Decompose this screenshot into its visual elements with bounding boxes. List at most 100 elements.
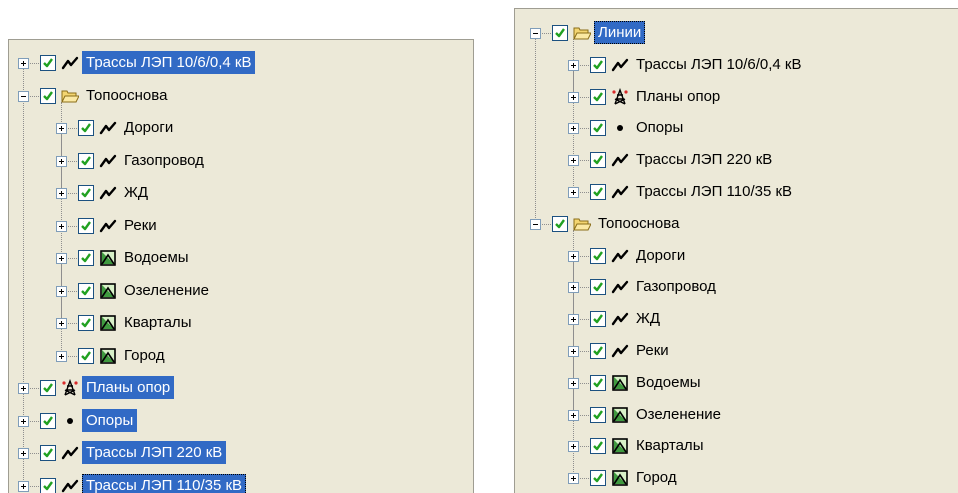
layer-visibility-checkbox[interactable] bbox=[40, 380, 56, 396]
expand-icon[interactable] bbox=[568, 187, 579, 198]
layer-visibility-checkbox[interactable] bbox=[78, 250, 94, 266]
expand-icon[interactable] bbox=[568, 473, 579, 485]
tree-row[interactable]: Опоры bbox=[515, 111, 958, 145]
layer-name-label[interactable]: Опоры bbox=[82, 408, 138, 432]
layer-name-label[interactable]: Трассы ЛЭП 10/6/0,4 кВ bbox=[632, 53, 805, 76]
tree-row[interactable]: Трассы ЛЭП 110/35 кВ bbox=[515, 175, 958, 209]
layer-visibility-checkbox[interactable] bbox=[590, 120, 606, 137]
layer-visibility-checkbox[interactable] bbox=[78, 120, 94, 136]
layer-visibility-checkbox[interactable] bbox=[590, 279, 606, 296]
layer-name-label[interactable]: Топооснова bbox=[82, 84, 171, 107]
layer-name-label[interactable]: Город bbox=[632, 466, 681, 489]
layer-name-label[interactable]: Водоемы bbox=[120, 246, 193, 269]
layer-name-label[interactable]: Дороги bbox=[632, 244, 689, 267]
layer-name-label[interactable]: Топооснова bbox=[594, 212, 683, 235]
layer-name-label[interactable]: Трассы ЛЭП 220 кВ bbox=[632, 148, 776, 171]
tree-row[interactable]: Трассы ЛЭП 10/6/0,4 кВ bbox=[9, 46, 473, 80]
expand-icon[interactable] bbox=[56, 123, 67, 134]
layer-visibility-checkbox[interactable] bbox=[590, 152, 606, 169]
expand-icon[interactable] bbox=[568, 91, 579, 103]
expand-icon[interactable] bbox=[18, 58, 29, 69]
tree-row[interactable]: Трассы ЛЭП 110/35 кВ bbox=[9, 469, 473, 493]
tree-row[interactable]: Дороги bbox=[515, 239, 958, 273]
tree-row[interactable]: Озеленение bbox=[9, 274, 473, 308]
expand-icon[interactable] bbox=[568, 409, 579, 421]
layer-visibility-checkbox[interactable] bbox=[590, 374, 606, 391]
layer-visibility-checkbox[interactable] bbox=[40, 477, 56, 493]
expand-icon[interactable] bbox=[56, 155, 67, 167]
collapse-icon[interactable] bbox=[18, 90, 29, 102]
tree-row[interactable]: Город bbox=[515, 461, 958, 493]
layer-name-label[interactable]: Трассы ЛЭП 10/6/0,4 кВ bbox=[82, 51, 256, 74]
layer-visibility-checkbox[interactable] bbox=[78, 315, 94, 331]
layer-name-label[interactable]: Планы опор bbox=[632, 85, 724, 108]
tree-row[interactable]: Топооснова bbox=[515, 207, 958, 241]
layer-name-label[interactable]: ЖД bbox=[632, 307, 664, 330]
tree-row[interactable]: ЖД bbox=[515, 302, 958, 336]
expand-icon[interactable] bbox=[56, 285, 67, 297]
right-layer-tree[interactable]: Линии Трассы ЛЭП 10/6/0,4 кВ Планы опор Опо… bbox=[515, 9, 958, 493]
tree-row[interactable]: Трассы ЛЭП 220 кВ bbox=[515, 143, 958, 177]
tree-row[interactable]: Реки bbox=[9, 209, 473, 243]
layer-visibility-checkbox[interactable] bbox=[78, 152, 94, 169]
tree-row[interactable]: Кварталы bbox=[515, 429, 958, 463]
layer-visibility-checkbox[interactable] bbox=[590, 311, 606, 328]
expand-icon[interactable] bbox=[18, 480, 29, 492]
layer-visibility-checkbox[interactable] bbox=[590, 184, 606, 200]
layer-visibility-checkbox[interactable] bbox=[590, 88, 606, 105]
expand-icon[interactable] bbox=[568, 346, 579, 357]
tree-row[interactable]: Трассы ЛЭП 220 кВ bbox=[9, 436, 473, 470]
layer-visibility-checkbox[interactable] bbox=[590, 438, 606, 455]
layer-name-label[interactable]: Город bbox=[120, 344, 169, 367]
layer-visibility-checkbox[interactable] bbox=[78, 217, 94, 234]
tree-row[interactable]: Кварталы bbox=[9, 306, 473, 340]
expand-icon[interactable] bbox=[568, 377, 579, 389]
expand-icon[interactable] bbox=[18, 448, 29, 459]
expand-icon[interactable] bbox=[56, 188, 67, 199]
tree-row[interactable]: Планы опор bbox=[515, 80, 958, 114]
layer-name-label[interactable]: Трассы ЛЭП 110/35 кВ bbox=[82, 473, 247, 493]
collapse-icon[interactable] bbox=[530, 28, 541, 39]
layer-visibility-checkbox[interactable] bbox=[590, 343, 606, 359]
layer-visibility-checkbox[interactable] bbox=[590, 470, 606, 487]
expand-icon[interactable] bbox=[18, 383, 29, 394]
tree-row[interactable]: Опоры bbox=[9, 404, 473, 438]
layer-name-label[interactable]: Газопровод bbox=[632, 275, 720, 298]
expand-icon[interactable] bbox=[56, 253, 67, 264]
layer-name-label[interactable]: Дороги bbox=[120, 116, 177, 139]
expand-icon[interactable] bbox=[56, 350, 67, 362]
collapse-icon[interactable] bbox=[530, 218, 541, 230]
expand-icon[interactable] bbox=[568, 123, 579, 135]
layer-name-label[interactable]: Трассы ЛЭП 220 кВ bbox=[82, 441, 227, 464]
expand-icon[interactable] bbox=[568, 250, 579, 262]
layer-name-label[interactable]: Кварталы bbox=[120, 311, 195, 334]
expand-icon[interactable] bbox=[568, 282, 579, 294]
tree-row[interactable]: Озеленение bbox=[515, 398, 958, 432]
expand-icon[interactable] bbox=[568, 314, 579, 326]
tree-row[interactable]: Газопровод bbox=[515, 270, 958, 304]
tree-row[interactable]: Трассы ЛЭП 10/6/0,4 кВ bbox=[515, 48, 958, 82]
expand-icon[interactable] bbox=[568, 441, 579, 453]
layer-name-label[interactable]: Линии bbox=[594, 21, 646, 44]
layer-name-label[interactable]: Опоры bbox=[632, 116, 687, 139]
layer-visibility-checkbox[interactable] bbox=[590, 247, 606, 264]
layer-visibility-checkbox[interactable] bbox=[78, 185, 94, 201]
tree-row[interactable]: Водоемы bbox=[515, 366, 958, 400]
tree-row[interactable]: Планы опор bbox=[9, 371, 473, 405]
left-layer-tree[interactable]: Трассы ЛЭП 10/6/0,4 кВ Топооснова Дороги Га… bbox=[9, 40, 473, 493]
expand-icon[interactable] bbox=[568, 59, 579, 71]
layer-visibility-checkbox[interactable] bbox=[40, 445, 56, 461]
layer-visibility-checkbox[interactable] bbox=[552, 25, 568, 41]
layer-visibility-checkbox[interactable] bbox=[552, 215, 568, 232]
tree-row[interactable]: Дороги bbox=[9, 111, 473, 145]
expand-icon[interactable] bbox=[18, 415, 29, 427]
layer-name-label[interactable]: Водоемы bbox=[632, 371, 705, 394]
tree-row[interactable]: Водоемы bbox=[9, 241, 473, 275]
expand-icon[interactable] bbox=[56, 220, 67, 232]
layer-name-label[interactable]: Реки bbox=[632, 339, 673, 362]
layer-visibility-checkbox[interactable] bbox=[78, 347, 94, 364]
tree-row[interactable]: Топооснова bbox=[9, 79, 473, 113]
expand-icon[interactable] bbox=[568, 155, 579, 167]
layer-visibility-checkbox[interactable] bbox=[590, 406, 606, 423]
tree-row[interactable]: Город bbox=[9, 339, 473, 373]
